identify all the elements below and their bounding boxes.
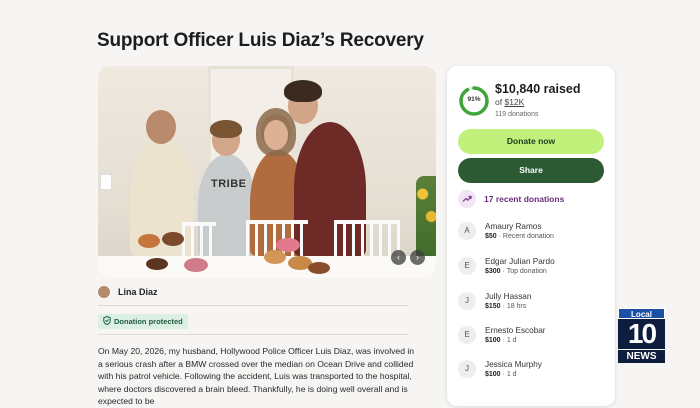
divider <box>98 334 408 335</box>
donor-meta: $300 · Top donation <box>485 268 547 275</box>
photo-head <box>146 110 176 144</box>
chevron-left-icon[interactable]: ‹ <box>391 250 406 265</box>
donor-meta: $150 · 18 hrs <box>485 303 527 310</box>
donor-avatar: E <box>458 326 476 344</box>
avatar <box>98 286 110 298</box>
donation-panel: 91% $10,840 raised of $12K 119 donations… <box>447 66 615 406</box>
donor-amount: $150 <box>485 303 501 310</box>
photo-donut <box>308 262 330 274</box>
photo-donut <box>184 258 208 272</box>
donor-amount: $100 <box>485 371 501 378</box>
photo-light-switch <box>100 174 112 190</box>
donor-meta: $100 · 1 d <box>485 371 517 378</box>
chevron-right-icon[interactable]: › <box>410 250 425 265</box>
donor-name: Amaury Ramos <box>485 222 542 231</box>
photo-hair <box>284 80 322 102</box>
shirt-text: TRIBE <box>211 178 247 190</box>
goal-line: of $12K <box>495 97 524 107</box>
progress-percent: 91% <box>467 96 481 103</box>
station-logo-news: NEWS <box>618 349 665 363</box>
page-title: Support Officer Luis Diaz’s Recovery <box>97 30 424 51</box>
donor-note: Recent donation <box>502 233 554 240</box>
donor-avatar: J <box>458 360 476 378</box>
donate-now-button[interactable]: Donate now <box>458 129 604 154</box>
badge-label: Donation protected <box>114 317 183 326</box>
hero-photo[interactable]: TRIBE ‹ › <box>98 66 436 278</box>
station-logo-number: 10 <box>618 319 665 349</box>
photo-donut <box>146 258 168 270</box>
photo-donut <box>264 250 286 264</box>
donor-amount: $50 <box>485 233 497 240</box>
amount-raised: $10,840 raised <box>495 82 581 96</box>
donor-avatar: E <box>458 257 476 275</box>
shield-check-icon <box>103 315 111 327</box>
photo-face <box>264 120 288 150</box>
donation-protected-badge[interactable]: Donation protected <box>98 314 188 329</box>
station-logo: Local 10 NEWS <box>618 308 665 363</box>
donations-count: 119 donations <box>495 111 539 118</box>
donor-name: Edgar Julian Pardo <box>485 257 555 266</box>
donor-name: Ernesto Escobar <box>485 326 546 335</box>
photo-donut <box>138 234 160 248</box>
donor-note: 1 d <box>506 337 517 344</box>
donor-item[interactable]: J Jully Hassan $150 · 18 hrs <box>458 292 531 310</box>
donor-note: 1 d <box>506 371 517 378</box>
goal-amount[interactable]: $12K <box>504 97 524 107</box>
trending-up-icon <box>458 190 476 208</box>
donor-avatar: A <box>458 222 476 240</box>
donor-name: Jessica Murphy <box>485 360 542 369</box>
story-text: On May 20, 2026, my husband, Hollywood P… <box>98 346 415 406</box>
photo-donut <box>162 232 184 246</box>
donor-meta: $50 · Recent donation <box>485 233 554 240</box>
donor-note: Top donation <box>506 268 547 275</box>
donor-item[interactable]: E Edgar Julian Pardo $300 · Top donation <box>458 257 555 275</box>
donor-item[interactable]: A Amaury Ramos $50 · Recent donation <box>458 222 554 240</box>
photo-hair <box>210 120 242 138</box>
donor-item[interactable]: J Jessica Murphy $100 · 1 d <box>458 360 542 378</box>
donor-meta: $100 · 1 d <box>485 337 517 344</box>
recent-donations-link[interactable]: 17 recent donations <box>458 190 564 208</box>
donor-note: 18 hrs <box>506 303 527 310</box>
donor-avatar: J <box>458 292 476 310</box>
donor-amount: $100 <box>485 337 501 344</box>
donor-amount: $300 <box>485 268 501 275</box>
share-button[interactable]: Share <box>458 158 604 183</box>
recent-donations-label: 17 recent donations <box>484 194 565 204</box>
divider <box>98 305 408 306</box>
donor-item[interactable]: E Ernesto Escobar $100 · 1 d <box>458 326 546 344</box>
organizer-name: Lina Diaz <box>118 287 158 297</box>
donor-name: Jully Hassan <box>485 292 532 301</box>
organizer[interactable]: Lina Diaz <box>98 286 158 298</box>
goal-prefix: of <box>495 97 503 107</box>
